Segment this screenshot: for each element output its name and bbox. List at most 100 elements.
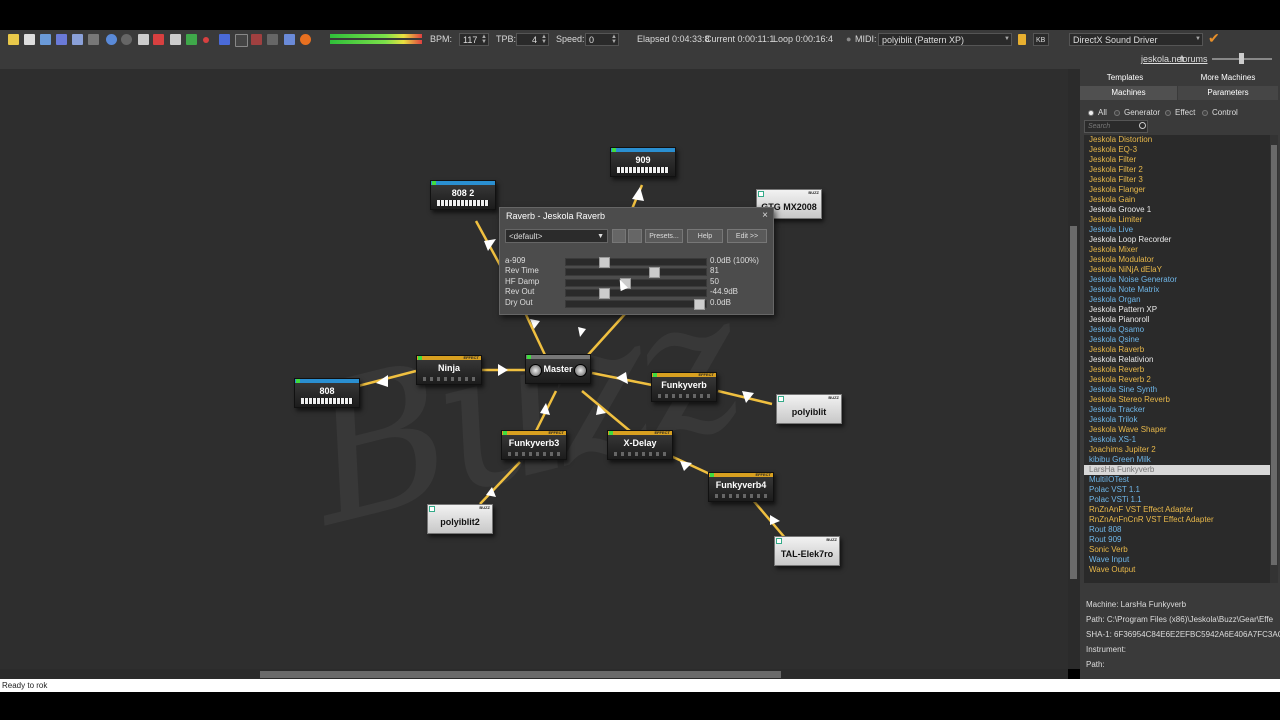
list-item[interactable]: Jeskola Reverb 2 <box>1084 375 1270 385</box>
list-item[interactable]: LarsHa Funkyverb <box>1084 465 1270 475</box>
machine-view-icon[interactable] <box>153 34 164 45</box>
scrollbar-thumb[interactable] <box>260 671 781 678</box>
tab-more-machines[interactable]: More Machines <box>1178 71 1278 85</box>
machine-view-horizontal-scrollbar[interactable] <box>0 669 1068 679</box>
loop-icon[interactable] <box>235 34 248 47</box>
list-item[interactable]: Joachims Jupiter 2 <box>1084 445 1270 455</box>
preset-prev-button[interactable] <box>612 229 626 243</box>
play-icon[interactable] <box>186 34 197 45</box>
tab-templates[interactable]: Templates <box>1080 71 1170 85</box>
edit-button[interactable]: Edit >> <box>727 229 767 243</box>
list-item[interactable]: Jeskola Loop Recorder <box>1084 235 1270 245</box>
list-item[interactable]: Jeskola Organ <box>1084 295 1270 305</box>
speed-input[interactable]: 0 ▲ ▼ <box>585 33 619 46</box>
filter-all-radio[interactable]: All <box>1088 108 1107 117</box>
midi-select[interactable]: polyiblit (Pattern XP) ▼ <box>878 33 1012 46</box>
jeskola-link[interactable]: jeskola.net <box>1141 54 1184 64</box>
machine-polyiblit[interactable]: BUZZ polyiblit <box>776 394 842 424</box>
power-led[interactable] <box>776 538 782 544</box>
power-led[interactable] <box>778 396 784 402</box>
list-item[interactable]: Jeskola Flanger <box>1084 185 1270 195</box>
list-item[interactable]: Jeskola Pattern XP <box>1084 305 1270 315</box>
list-item[interactable]: Wave Output <box>1084 565 1270 575</box>
list-item[interactable]: Jeskola Qsine <box>1084 335 1270 345</box>
power-led[interactable] <box>612 148 616 152</box>
presets-button[interactable]: Presets... <box>645 229 683 243</box>
filter-generator-radio[interactable]: Generator <box>1114 108 1160 117</box>
list-item[interactable]: Jeskola Trilok <box>1084 415 1270 425</box>
close-icon[interactable]: × <box>762 210 768 221</box>
machine-list-scrollbar[interactable] <box>1270 135 1278 583</box>
cut-icon[interactable] <box>56 34 67 45</box>
audio-driver-select[interactable]: DirectX Sound Driver ▼ <box>1069 33 1203 46</box>
list-item[interactable]: Jeskola Stereo Reverb <box>1084 395 1270 405</box>
machine-x-delay[interactable]: EFFECT X-Delay <box>607 430 673 460</box>
list-item[interactable]: Jeskola Noise Generator <box>1084 275 1270 285</box>
forums-link[interactable]: forums <box>1180 54 1208 64</box>
checkmark-icon[interactable]: ✔ <box>1208 30 1220 47</box>
list-item[interactable]: Jeskola NiNjA dElaY <box>1084 265 1270 275</box>
list-item[interactable]: Jeskola Tracker <box>1084 405 1270 415</box>
sequence-view-icon[interactable] <box>170 34 181 45</box>
preset-next-button[interactable] <box>628 229 642 243</box>
stop-icon[interactable] <box>219 34 230 45</box>
machine-view-vertical-scrollbar[interactable] <box>1068 69 1080 669</box>
pattern-view-icon[interactable] <box>138 34 149 45</box>
list-item[interactable]: Rout 808 <box>1084 525 1270 535</box>
param-slider[interactable] <box>565 278 707 289</box>
list-item[interactable]: Jeskola XS-1 <box>1084 435 1270 445</box>
param-slider[interactable] <box>565 299 707 310</box>
tab-machines[interactable]: Machines <box>1080 86 1177 100</box>
machine-808[interactable]: 808 <box>294 378 360 408</box>
list-item[interactable]: Jeskola Sine Synth <box>1084 385 1270 395</box>
power-led[interactable] <box>710 473 714 477</box>
machine-tal-elek7ro[interactable]: BUZZ TAL-Elek7ro <box>774 536 840 566</box>
machine-list[interactable]: Jeskola Distortion Jeskola EQ-3 Jeskola Fi… <box>1084 135 1270 583</box>
list-item[interactable]: Sonic Verb <box>1084 545 1270 555</box>
filter-control-radio[interactable]: Control <box>1202 108 1238 117</box>
list-item[interactable]: Jeskola Modulator <box>1084 255 1270 265</box>
power-led[interactable] <box>432 181 436 185</box>
record-icon[interactable] <box>203 37 209 43</box>
redo-icon[interactable] <box>121 34 132 45</box>
list-item[interactable]: Jeskola Filter <box>1084 155 1270 165</box>
machine-funkyverb4[interactable]: EFFECT Funkyverb4 <box>708 472 774 502</box>
machine-master[interactable]: Master <box>525 354 591 384</box>
save-icon[interactable] <box>40 34 51 45</box>
list-item[interactable]: Jeskola EQ-3 <box>1084 145 1270 155</box>
open-file-icon[interactable] <box>24 34 35 45</box>
bpm-input[interactable]: 117 ▲ ▼ <box>459 33 489 46</box>
machine-funkyverb3[interactable]: EFFECT Funkyverb3 <box>501 430 567 460</box>
list-item[interactable]: Jeskola Live <box>1084 225 1270 235</box>
param-slider[interactable] <box>565 267 707 278</box>
list-item[interactable]: Jeskola Gain <box>1084 195 1270 205</box>
list-item[interactable]: Jeskola Mixer <box>1084 245 1270 255</box>
param-slider[interactable] <box>565 257 707 268</box>
list-item[interactable]: Jeskola Qsamo <box>1084 325 1270 335</box>
power-led[interactable] <box>418 356 422 360</box>
power-led[interactable] <box>503 431 507 435</box>
list-item[interactable]: Jeskola Raverb <box>1084 345 1270 355</box>
preferences-icon[interactable] <box>300 34 311 45</box>
list-item[interactable]: RnZnAnF VST Effect Adapter <box>1084 505 1270 515</box>
list-item[interactable]: Polac VSTi 1.1 <box>1084 495 1270 505</box>
power-led[interactable] <box>609 431 613 435</box>
tpb-input[interactable]: 4 ▲ ▼ <box>516 33 549 46</box>
lock-icon[interactable] <box>1018 34 1026 45</box>
raverb-parameter-window[interactable]: Raverb - Jeskola Raverb × <default> ▼ Pre… <box>499 207 774 315</box>
list-item[interactable]: Jeskola Relativion <box>1084 355 1270 365</box>
master-volume-thumb[interactable] <box>1239 53 1244 64</box>
power-led[interactable] <box>758 191 764 197</box>
power-led[interactable] <box>429 506 435 512</box>
cpu-meter-icon[interactable] <box>251 34 262 45</box>
scrollbar-thumb[interactable] <box>1070 226 1077 579</box>
new-file-icon[interactable] <box>8 34 19 45</box>
wave-table-icon[interactable] <box>267 34 278 45</box>
preset-select[interactable]: <default> ▼ <box>505 229 608 243</box>
machine-view[interactable]: Buzz 909 808 2 808 BUZZ GTG MX2008 EFFEC… <box>0 69 1068 669</box>
info-icon[interactable] <box>284 34 295 45</box>
list-item[interactable]: Jeskola Distortion <box>1084 135 1270 145</box>
power-led[interactable] <box>527 355 531 359</box>
list-item[interactable]: MultiIOTest <box>1084 475 1270 485</box>
param-slider[interactable] <box>565 288 707 299</box>
